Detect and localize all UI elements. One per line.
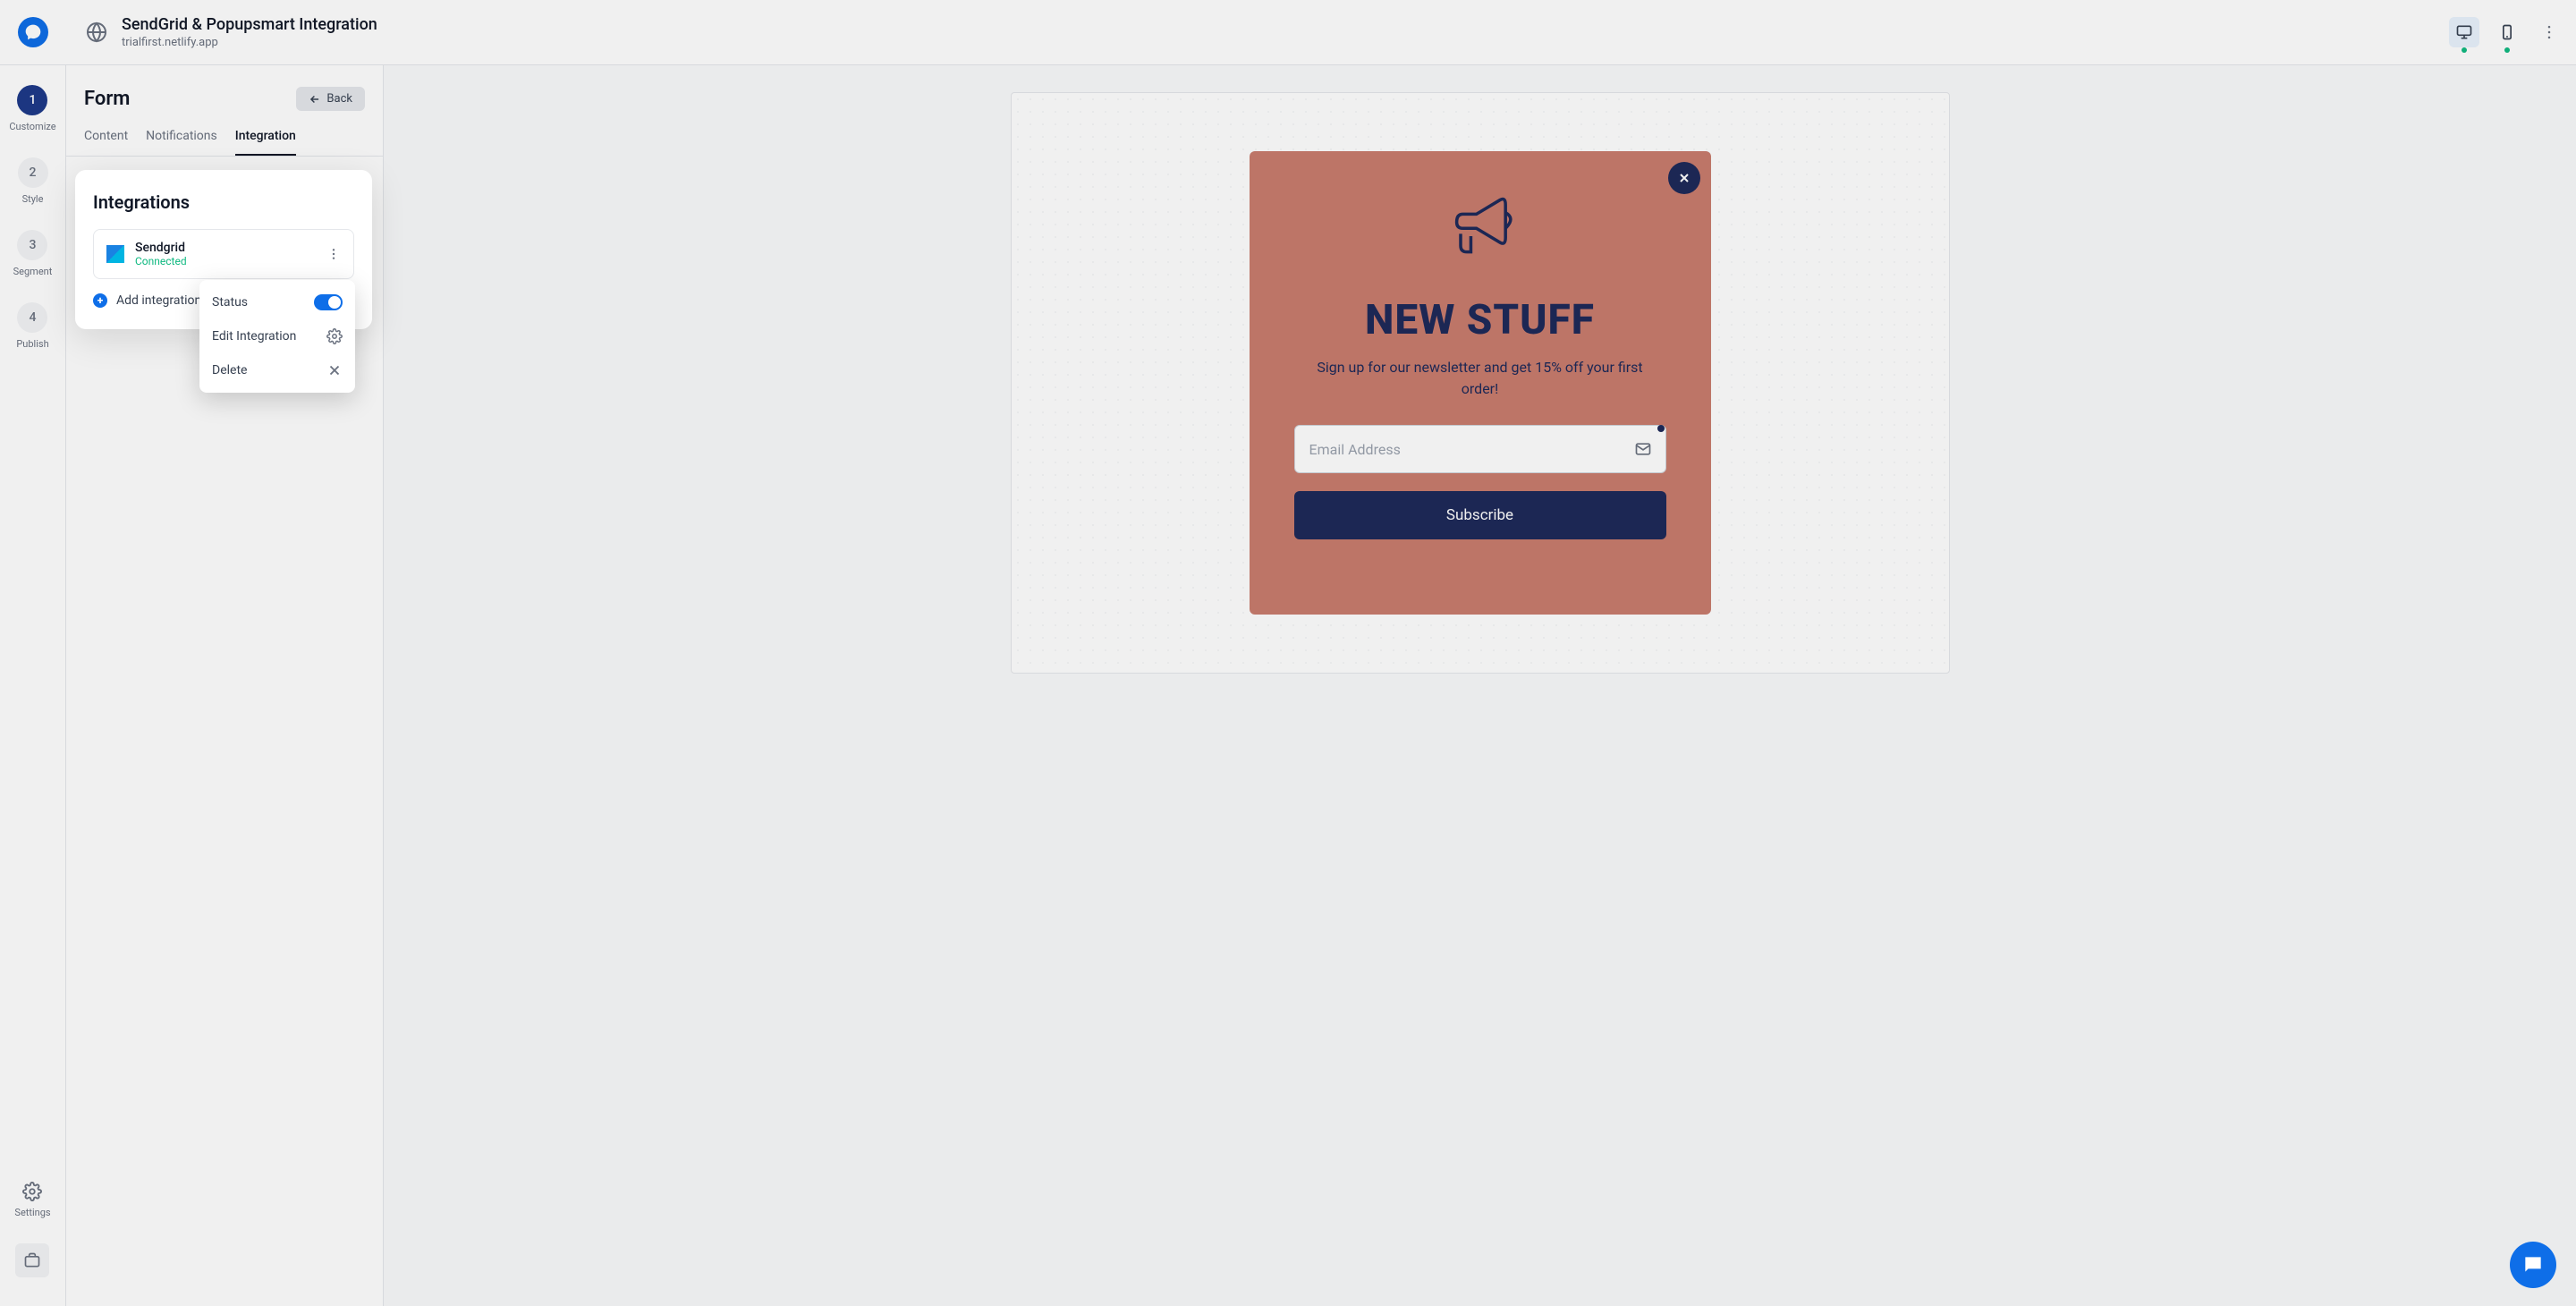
popup-subtext[interactable]: Sign up for our newsletter and get 15% o… [1301,357,1659,400]
email-input[interactable] [1294,425,1666,473]
back-button[interactable]: Back [296,87,365,111]
preview-canvas: NEW STUFF Sign up for our newsletter and… [384,65,2576,1306]
dropdown-edit-label: Edit Integration [212,329,296,343]
sidebar-step-style[interactable]: 2 Style [18,157,48,205]
integration-name: Sendgrid [135,241,316,255]
sendgrid-logo-icon [106,245,124,263]
popup-close-button[interactable] [1668,162,1700,194]
megaphone-icon [1439,191,1521,269]
back-label: Back [326,92,352,106]
app-logo[interactable] [18,17,48,47]
sidebar-briefcase-button[interactable] [15,1243,49,1277]
integration-status: Connected [135,255,316,267]
step-label: Style [22,193,44,205]
step-number: 4 [17,302,47,333]
close-icon [1677,171,1691,185]
integrations-title: Integrations [93,191,354,213]
integration-dropdown: Status Edit Integration Delete [199,280,355,393]
tab-integration[interactable]: Integration [235,129,296,156]
dropdown-status-label: Status [212,295,248,310]
more-vertical-icon[interactable] [2540,23,2558,41]
header-subtitle: trialfirst.netlify.app [122,36,2449,49]
required-dot-icon [1657,425,1665,432]
integrations-card: Integrations Sendgrid Connected Status E… [75,170,372,329]
more-vertical-icon[interactable] [326,247,341,261]
sidebar-settings[interactable]: Settings [14,1182,50,1218]
device-switcher [2449,17,2522,47]
status-dot-icon [2462,47,2467,53]
settings-label: Settings [14,1207,50,1218]
dropdown-edit[interactable]: Edit Integration [199,319,355,353]
tab-content[interactable]: Content [84,129,128,156]
desktop-icon [2455,23,2473,41]
globe-icon[interactable] [86,21,107,43]
mobile-icon [2498,23,2516,41]
step-label: Customize [9,121,55,132]
chat-bubble-button[interactable] [2510,1242,2556,1288]
step-number: 3 [17,230,47,260]
sidebar-step-publish[interactable]: 4 Publish [16,302,48,350]
gear-icon [326,328,343,344]
logo-icon [24,23,42,41]
tab-notifications[interactable]: Notifications [146,129,217,156]
step-number: 2 [18,157,48,188]
integration-item-sendgrid[interactable]: Sendgrid Connected Status Edit Integrati… [93,229,354,279]
status-dot-icon [2504,47,2510,53]
dropdown-status[interactable]: Status [199,285,355,319]
mail-icon [1634,440,1652,458]
dropdown-delete-label: Delete [212,363,247,377]
gear-icon [22,1182,42,1201]
popup-heading[interactable]: NEW STUFF [1365,296,1595,344]
dropdown-delete[interactable]: Delete [199,353,355,387]
subscribe-button[interactable]: Subscribe [1294,491,1666,539]
device-mobile-button[interactable] [2492,17,2522,47]
plus-circle-icon: + [93,293,107,308]
add-integration-label: Add integration [116,293,201,308]
panel-tabs: Content Notifications Integration [66,129,383,157]
sidebar-step-segment[interactable]: 3 Segment [13,230,53,277]
device-desktop-button[interactable] [2449,17,2479,47]
header-title: SendGrid & Popupsmart Integration [122,15,2449,34]
close-icon [326,362,343,378]
panel-title: Form [84,88,130,110]
popup-input-wrap [1294,425,1666,473]
sidebar-step-customize[interactable]: 1 Customize [9,85,55,132]
briefcase-icon [23,1251,41,1269]
step-number: 1 [17,85,47,115]
step-sidebar: 1 Customize 2 Style 3 Segment 4 Publish … [0,65,66,1306]
header-title-wrap: SendGrid & Popupsmart Integration trialf… [122,15,2449,49]
status-toggle[interactable] [314,294,343,310]
arrow-left-icon [309,93,321,106]
canvas-frame: NEW STUFF Sign up for our newsletter and… [1011,92,1950,674]
popup-preview: NEW STUFF Sign up for our newsletter and… [1250,151,1711,615]
step-label: Segment [13,266,53,277]
chat-icon [2521,1253,2545,1276]
header: SendGrid & Popupsmart Integration trialf… [0,0,2576,65]
step-label: Publish [16,338,48,350]
